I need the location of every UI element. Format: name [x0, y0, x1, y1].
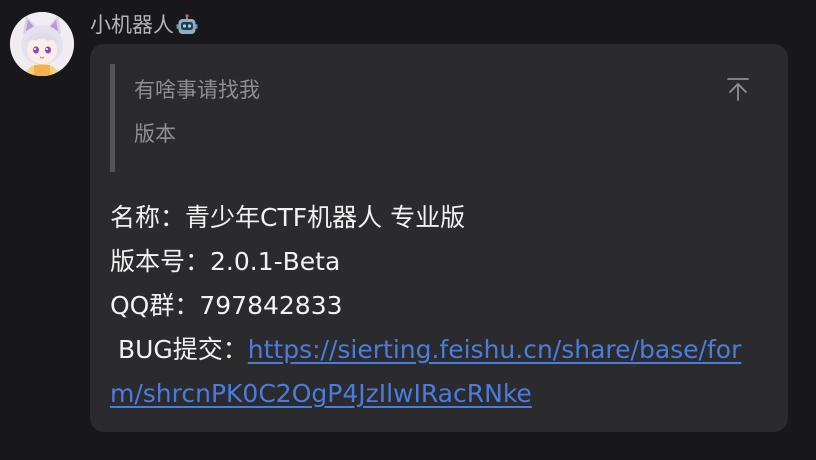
bug-submit-label: BUG提交： — [110, 335, 248, 364]
qq-group-value: 797842833 — [199, 291, 343, 320]
sender-header: 小机器人 — [90, 10, 198, 40]
quote-line-1: 有啥事请找我 — [134, 78, 260, 102]
message-body: 名称：青少年CTF机器人 专业版 版本号：2.0.1-Beta QQ群：7978… — [110, 196, 772, 416]
version-line: 版本号：2.0.1-Beta — [110, 240, 772, 284]
bug-submit-line-continued: m/shrcnPK0C2OgP4JzIlwIRacRNke — [110, 372, 772, 416]
avatar[interactable] — [10, 12, 74, 76]
bug-submit-link-continued[interactable]: m/shrcnPK0C2OgP4JzIlwIRacRNke — [110, 379, 532, 408]
quote-line-2: 版本 — [134, 122, 176, 146]
qq-group-label: QQ群： — [110, 291, 200, 320]
bug-submit-line: BUG提交：https://sierting.feishu.cn/share/b… — [110, 328, 772, 372]
name-label: 名称： — [110, 203, 186, 232]
robot-icon — [176, 14, 198, 34]
bot-avatar-image — [10, 12, 74, 76]
message-bubble[interactable]: 有啥事请找我 版本 名称：青少年CTF机器人 专业版 版本号：2.0.1-Bet… — [90, 44, 788, 432]
version-value: 2.0.1-Beta — [210, 247, 341, 276]
collapse-to-top-icon[interactable] — [725, 76, 751, 102]
version-label: 版本号： — [110, 247, 211, 276]
name-value: 青少年CTF机器人 专业版 — [185, 203, 466, 232]
sender-name: 小机器人 — [90, 13, 174, 37]
bug-submit-link[interactable]: https://sierting.feishu.cn/share/base/fo… — [248, 335, 742, 364]
qq-group-line: QQ群：797842833 — [110, 284, 772, 328]
quoted-message[interactable]: 有啥事请找我 版本 — [110, 64, 765, 172]
name-line: 名称：青少年CTF机器人 专业版 — [110, 196, 772, 240]
